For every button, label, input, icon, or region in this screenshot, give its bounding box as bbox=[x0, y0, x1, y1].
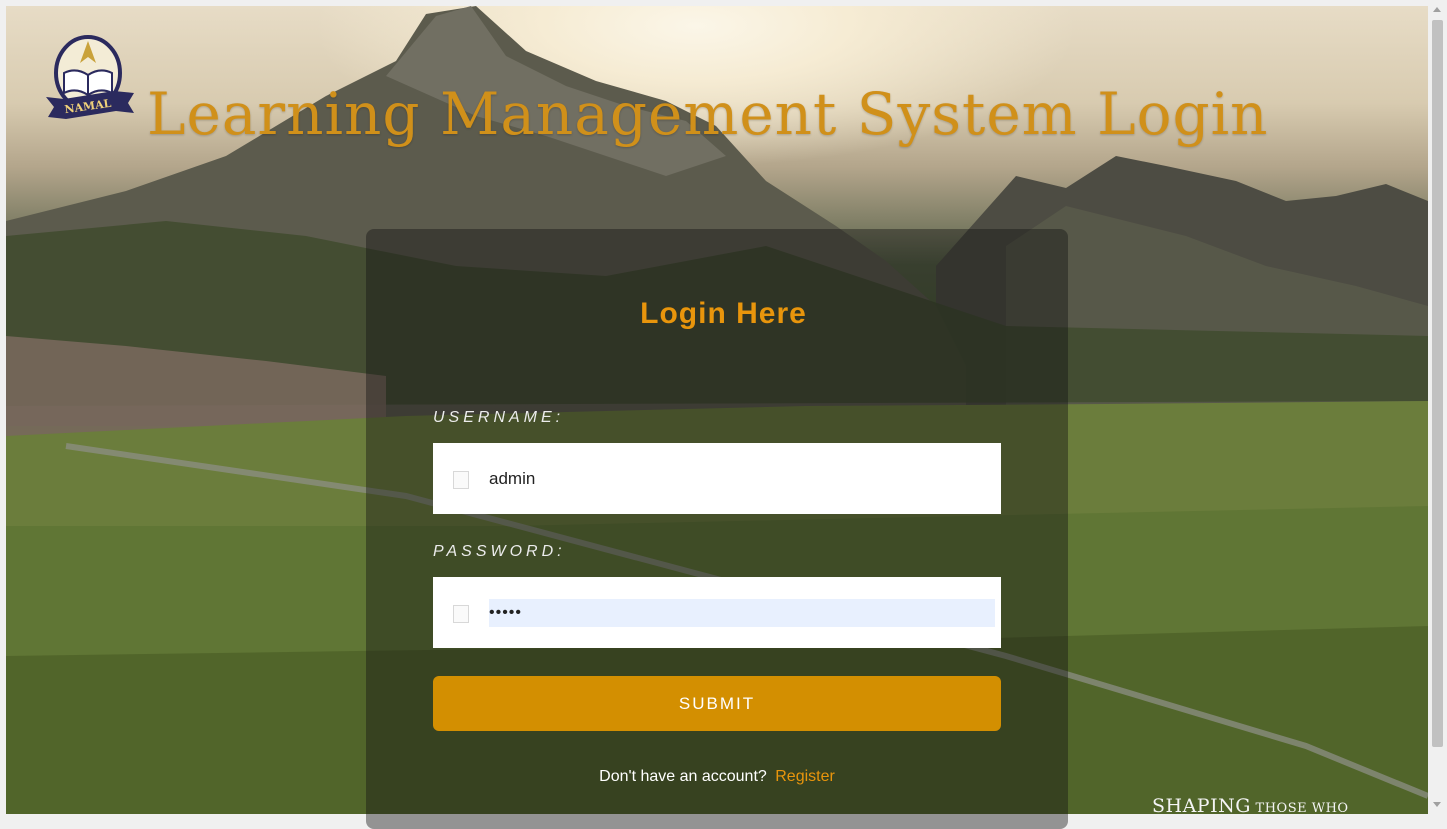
password-field[interactable]: ••••• bbox=[433, 577, 1001, 648]
login-heading: Login Here bbox=[640, 297, 807, 330]
username-label: USERNAME: bbox=[433, 409, 565, 426]
lock-icon bbox=[453, 605, 469, 623]
register-link[interactable]: Register bbox=[775, 768, 835, 785]
vertical-scrollbar[interactable] bbox=[1428, 0, 1447, 814]
user-icon bbox=[453, 471, 469, 489]
scrollbar-thumb[interactable] bbox=[1432, 20, 1443, 747]
username-field[interactable]: admin bbox=[433, 443, 1001, 514]
page-title: Learning Management System Login bbox=[147, 80, 1269, 148]
scroll-up-icon[interactable] bbox=[1433, 7, 1441, 12]
submit-button[interactable]: SUBMIT bbox=[433, 676, 1001, 731]
register-prompt: Don't have an account? bbox=[599, 768, 767, 785]
password-label: PASSWORD: bbox=[433, 543, 566, 560]
password-value[interactable]: ••••• bbox=[489, 599, 995, 627]
username-value[interactable]: admin bbox=[489, 465, 535, 493]
register-line: Don't have an account? Register bbox=[366, 768, 1068, 786]
scroll-down-icon[interactable] bbox=[1433, 802, 1441, 807]
namal-crest-icon: NAMAL bbox=[44, 33, 136, 129]
